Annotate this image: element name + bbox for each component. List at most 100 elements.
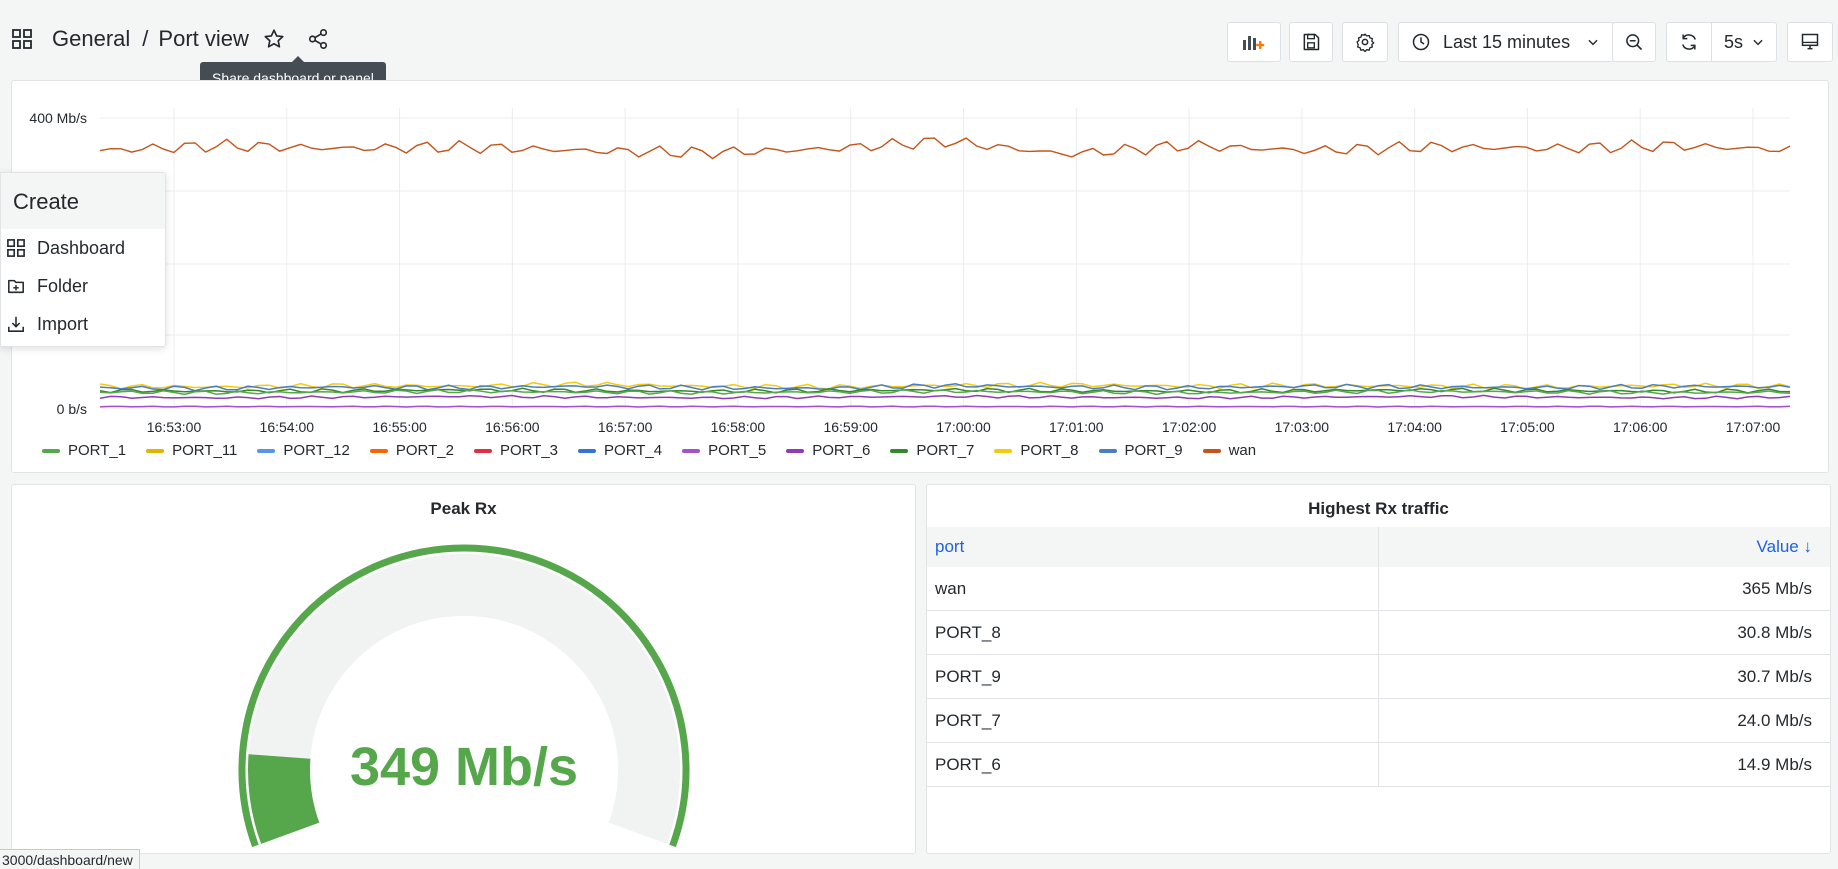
add-panel-icon: [1243, 36, 1265, 50]
x-tick-label: 17:05:00: [1500, 419, 1555, 435]
table-cell-port: PORT_9: [927, 655, 1379, 698]
legend-label: PORT_6: [812, 442, 871, 459]
legend-item[interactable]: PORT_8: [994, 442, 1079, 459]
table-body: wan 365 Mb/s PORT_8 30.8 Mb/s PORT_9 30.7 Mb/…: [927, 567, 1830, 787]
series-line-wan: [99, 137, 1791, 160]
chevron-down-icon: [1588, 39, 1598, 46]
legend-label: PORT_9: [1124, 442, 1183, 459]
gear-icon: [1356, 33, 1375, 52]
legend-swatch: [42, 448, 60, 453]
series-line-port_5: [99, 405, 1791, 408]
import-dashboard-item[interactable]: Import: [1, 305, 165, 343]
legend-label: PORT_12: [283, 442, 350, 459]
create-folder-label: Folder: [37, 275, 89, 296]
gauge-value-arc: [248, 754, 320, 844]
table-header: port Value ↓: [927, 527, 1830, 567]
legend-item[interactable]: PORT_12: [257, 442, 350, 459]
time-range-picker[interactable]: Last 15 minutes: [1398, 22, 1614, 62]
x-tick-label: 17:06:00: [1613, 419, 1668, 435]
data-table: port Value ↓ wan 365 Mb/s PORT_8 30.8 Mb/s P…: [927, 527, 1830, 787]
legend-label: PORT_3: [499, 442, 559, 459]
x-tick-label: 16:57:00: [598, 419, 653, 435]
table-row: PORT_7 24.0 Mb/s: [927, 699, 1830, 743]
legend-label: PORT_11: [172, 442, 238, 459]
peak-rx-panel[interactable]: Peak Rx 349 Mb/s: [11, 484, 916, 854]
legend-swatch: [1202, 448, 1221, 453]
table-row: PORT_6 14.9 Mb/s: [927, 743, 1830, 787]
legend-item[interactable]: PORT_7: [890, 442, 974, 459]
x-tick-label: 17:04:00: [1387, 419, 1442, 435]
create-menu-title: Create: [1, 173, 165, 229]
x-tick-label: 16:53:00: [147, 419, 202, 435]
zoom-out-button[interactable]: [1612, 22, 1656, 62]
table-row: PORT_9 30.7 Mb/s: [927, 655, 1830, 699]
monitor-icon: [1801, 33, 1819, 50]
table-cell-value: 30.8 Mb/s: [1737, 622, 1812, 642]
refresh-button[interactable]: [1666, 22, 1712, 62]
y-tick-label: 0 b/s: [57, 401, 87, 417]
column-header-value[interactable]: Value ↓: [1379, 527, 1830, 567]
create-dashboard-label: Dashboard: [37, 237, 126, 258]
cycle-view-mode-button[interactable]: [1787, 22, 1833, 62]
legend-item[interactable]: PORT_5: [682, 442, 766, 459]
refresh-interval-label: 5s: [1724, 31, 1744, 52]
dashboard-settings-button[interactable]: [1342, 22, 1388, 62]
legend-item[interactable]: PORT_6: [786, 442, 870, 459]
table-cell-value: 24.0 Mb/s: [1737, 710, 1812, 730]
apps-icon[interactable]: [12, 29, 32, 49]
legend-swatch: [369, 448, 388, 453]
legend-label: PORT_2: [395, 442, 454, 459]
legend-label: PORT_1: [68, 442, 127, 459]
legend-item[interactable]: PORT_3: [473, 442, 559, 459]
table-row: PORT_8 30.8 Mb/s: [927, 611, 1830, 655]
x-tick-label: 17:07:00: [1726, 419, 1781, 435]
table-cell-value: 365 Mb/s: [1742, 578, 1812, 598]
table-cell-value: 30.7 Mb/s: [1737, 666, 1812, 686]
legend-item[interactable]: PORT_11: [146, 442, 237, 459]
legend-item[interactable]: PORT_1: [42, 442, 126, 459]
legend-swatch: [994, 448, 1013, 453]
legend-swatch: [146, 448, 165, 453]
zoom-out-icon: [1626, 34, 1643, 51]
apps-icon: [7, 239, 25, 257]
breadcrumb: General / Port view: [12, 26, 329, 52]
breadcrumb-folder[interactable]: General: [52, 26, 130, 52]
legend-swatch: [578, 448, 597, 453]
legend-label: wan: [1228, 442, 1257, 459]
legend-swatch: [1098, 448, 1117, 453]
column-header-port[interactable]: port: [927, 527, 1379, 567]
create-dashboard-item[interactable]: Dashboard: [1, 229, 165, 267]
save-dashboard-button[interactable]: [1289, 22, 1333, 62]
legend-item[interactable]: PORT_2: [369, 442, 454, 459]
chevron-down-icon: [1753, 39, 1763, 46]
share-icon[interactable]: [307, 28, 329, 50]
legend-item[interactable]: PORT_9: [1098, 442, 1183, 459]
table-cell-port: wan: [927, 567, 1379, 610]
add-panel-button[interactable]: [1227, 22, 1281, 62]
create-folder-item[interactable]: Folder: [1, 267, 165, 305]
legend-swatch: [890, 448, 909, 453]
create-menu: Create Dashboard Folder Import: [0, 172, 166, 347]
legend-label: PORT_7: [916, 442, 975, 459]
legend-item[interactable]: PORT_4: [578, 442, 662, 459]
x-tick-label: 17:01:00: [1049, 419, 1104, 435]
refresh-icon: [1682, 34, 1696, 50]
page-title[interactable]: Port view: [158, 26, 248, 52]
legend-item[interactable]: wan: [1202, 442, 1257, 459]
gauge: 349 Mb/s: [238, 544, 690, 848]
breadcrumb-separator: /: [142, 26, 149, 51]
status-bar-url: 3000/dashboard/new: [0, 849, 140, 869]
chart-legend: PORT_1 PORT_11 PORT_12 PORT_2 PORT_3 PORT_4 PO…: [42, 442, 1276, 459]
series-line-port_6: [99, 394, 1791, 400]
x-tick-label: 17:03:00: [1275, 419, 1330, 435]
timeseries-panel[interactable]: 16:53:00 16:54:00 16:55:00 16:56:00 16:57:00…: [11, 80, 1829, 473]
highest-rx-panel[interactable]: Highest Rx traffic port Value ↓ wan 365 M…: [926, 484, 1831, 854]
clock-icon: [1412, 33, 1430, 51]
star-icon[interactable]: [263, 28, 285, 50]
legend-swatch: [473, 448, 492, 453]
table-cell-port: PORT_8: [927, 611, 1379, 654]
panel-title: Highest Rx traffic: [1308, 499, 1449, 518]
refresh-interval-picker[interactable]: 5s: [1711, 22, 1777, 62]
x-tick-label: 17:02:00: [1162, 419, 1217, 435]
y-tick-label: 400 Mb/s: [29, 110, 87, 126]
